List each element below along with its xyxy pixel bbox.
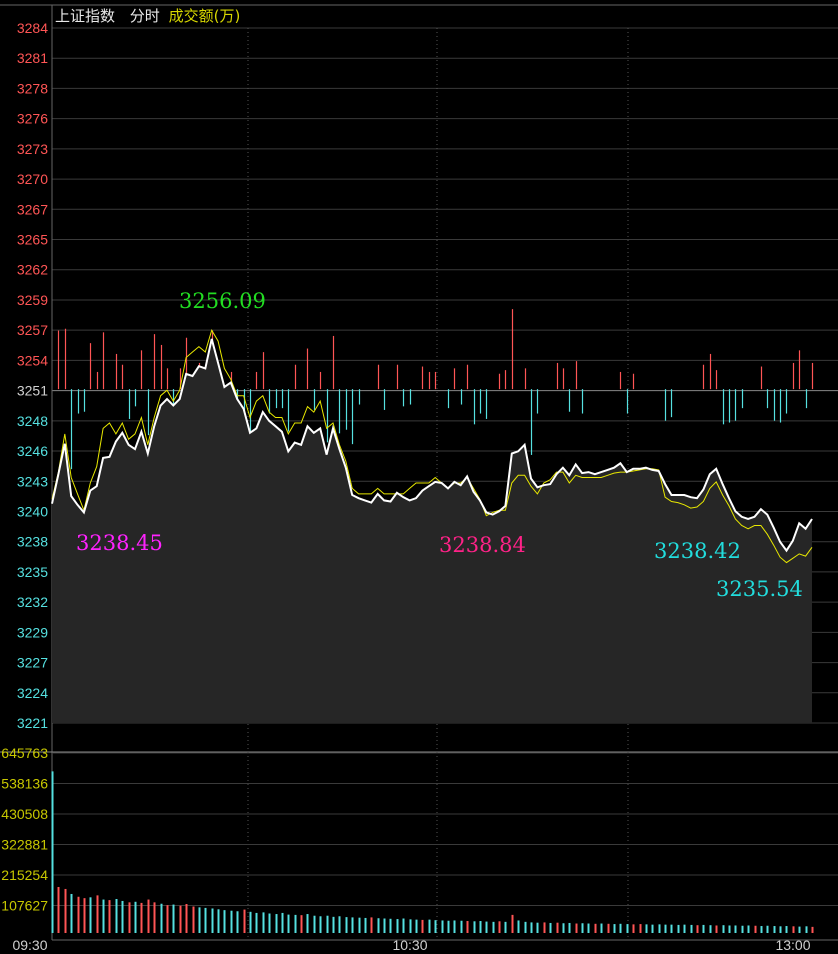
price-tick-label: 3284: [17, 20, 48, 36]
price-tick-label: 3227: [17, 655, 48, 671]
volume-bars: [51, 771, 814, 933]
price-tick-label: 3243: [17, 473, 48, 489]
price-tick-label: 3259: [17, 292, 48, 308]
price-tick-label: 3229: [17, 624, 48, 640]
price-tick-label: 3248: [17, 413, 48, 429]
price-area-fill: [52, 338, 812, 723]
price-tick-label: 3278: [17, 80, 48, 96]
price-tick-label: 3246: [17, 443, 48, 459]
x-tick-label: 10:30: [392, 937, 427, 953]
price-tick-label: 3254: [17, 352, 48, 368]
indicator-label[interactable]: 成交额(万): [169, 7, 241, 25]
price-tick-label: 3221: [17, 715, 48, 731]
x-tick-label: 09:30: [12, 937, 47, 953]
annotation-high: 3256.09: [179, 289, 266, 313]
price-tick-label: 3235: [17, 564, 48, 580]
price-tick-label: 3257: [17, 322, 48, 338]
x-axis-ticks: 09:30 10:30 13:00: [12, 937, 810, 953]
annotation-low_3: 3238.42: [654, 539, 741, 563]
y-axis-ticks: 3284 3281 3278 3276 3273 3270 3267 3265 3262 3259…: [17, 20, 48, 731]
price-tick-label: 3238: [17, 534, 48, 550]
x-tick-label: 13:00: [775, 937, 810, 953]
annotation-low_4: 3235.54: [716, 577, 803, 601]
volume-tick-label: 538136: [1, 776, 48, 792]
price-tick-label: 3251: [17, 383, 48, 399]
mode-label[interactable]: 分时: [130, 7, 160, 25]
annotation-low_1: 3238.45: [76, 531, 163, 555]
price-tick-label: 3262: [17, 262, 48, 278]
chart-canvas: 3284 3281 3278 3276 3273 3270 3267 3265 3262 3259…: [0, 4, 838, 953]
volume-tick-label: 645763: [1, 745, 48, 761]
volume-tick-label: 322881: [1, 837, 48, 853]
price-tick-label: 3281: [17, 50, 48, 66]
price-tick-label: 3240: [17, 503, 48, 519]
volume-axis-ticks: 645763 538136 430508 322881 215254 107627: [1, 745, 48, 914]
volume-tick-label: 215254: [1, 867, 48, 883]
volume-tick-label: 107627: [1, 898, 48, 914]
price-tick-label: 3232: [17, 594, 48, 610]
chart-header: 上证指数 分时 成交额(万): [55, 5, 250, 26]
price-tick-label: 3265: [17, 232, 48, 248]
index-name[interactable]: 上证指数: [55, 7, 115, 25]
price-tick-label: 3267: [17, 201, 48, 217]
price-tick-label: 3273: [17, 141, 48, 157]
price-tick-label: 3270: [17, 171, 48, 187]
annotation-low_2: 3238.84: [439, 533, 526, 557]
price-tick-label: 3224: [17, 685, 48, 701]
price-tick-label: 3276: [17, 111, 48, 127]
volume-tick-label: 430508: [1, 806, 48, 822]
